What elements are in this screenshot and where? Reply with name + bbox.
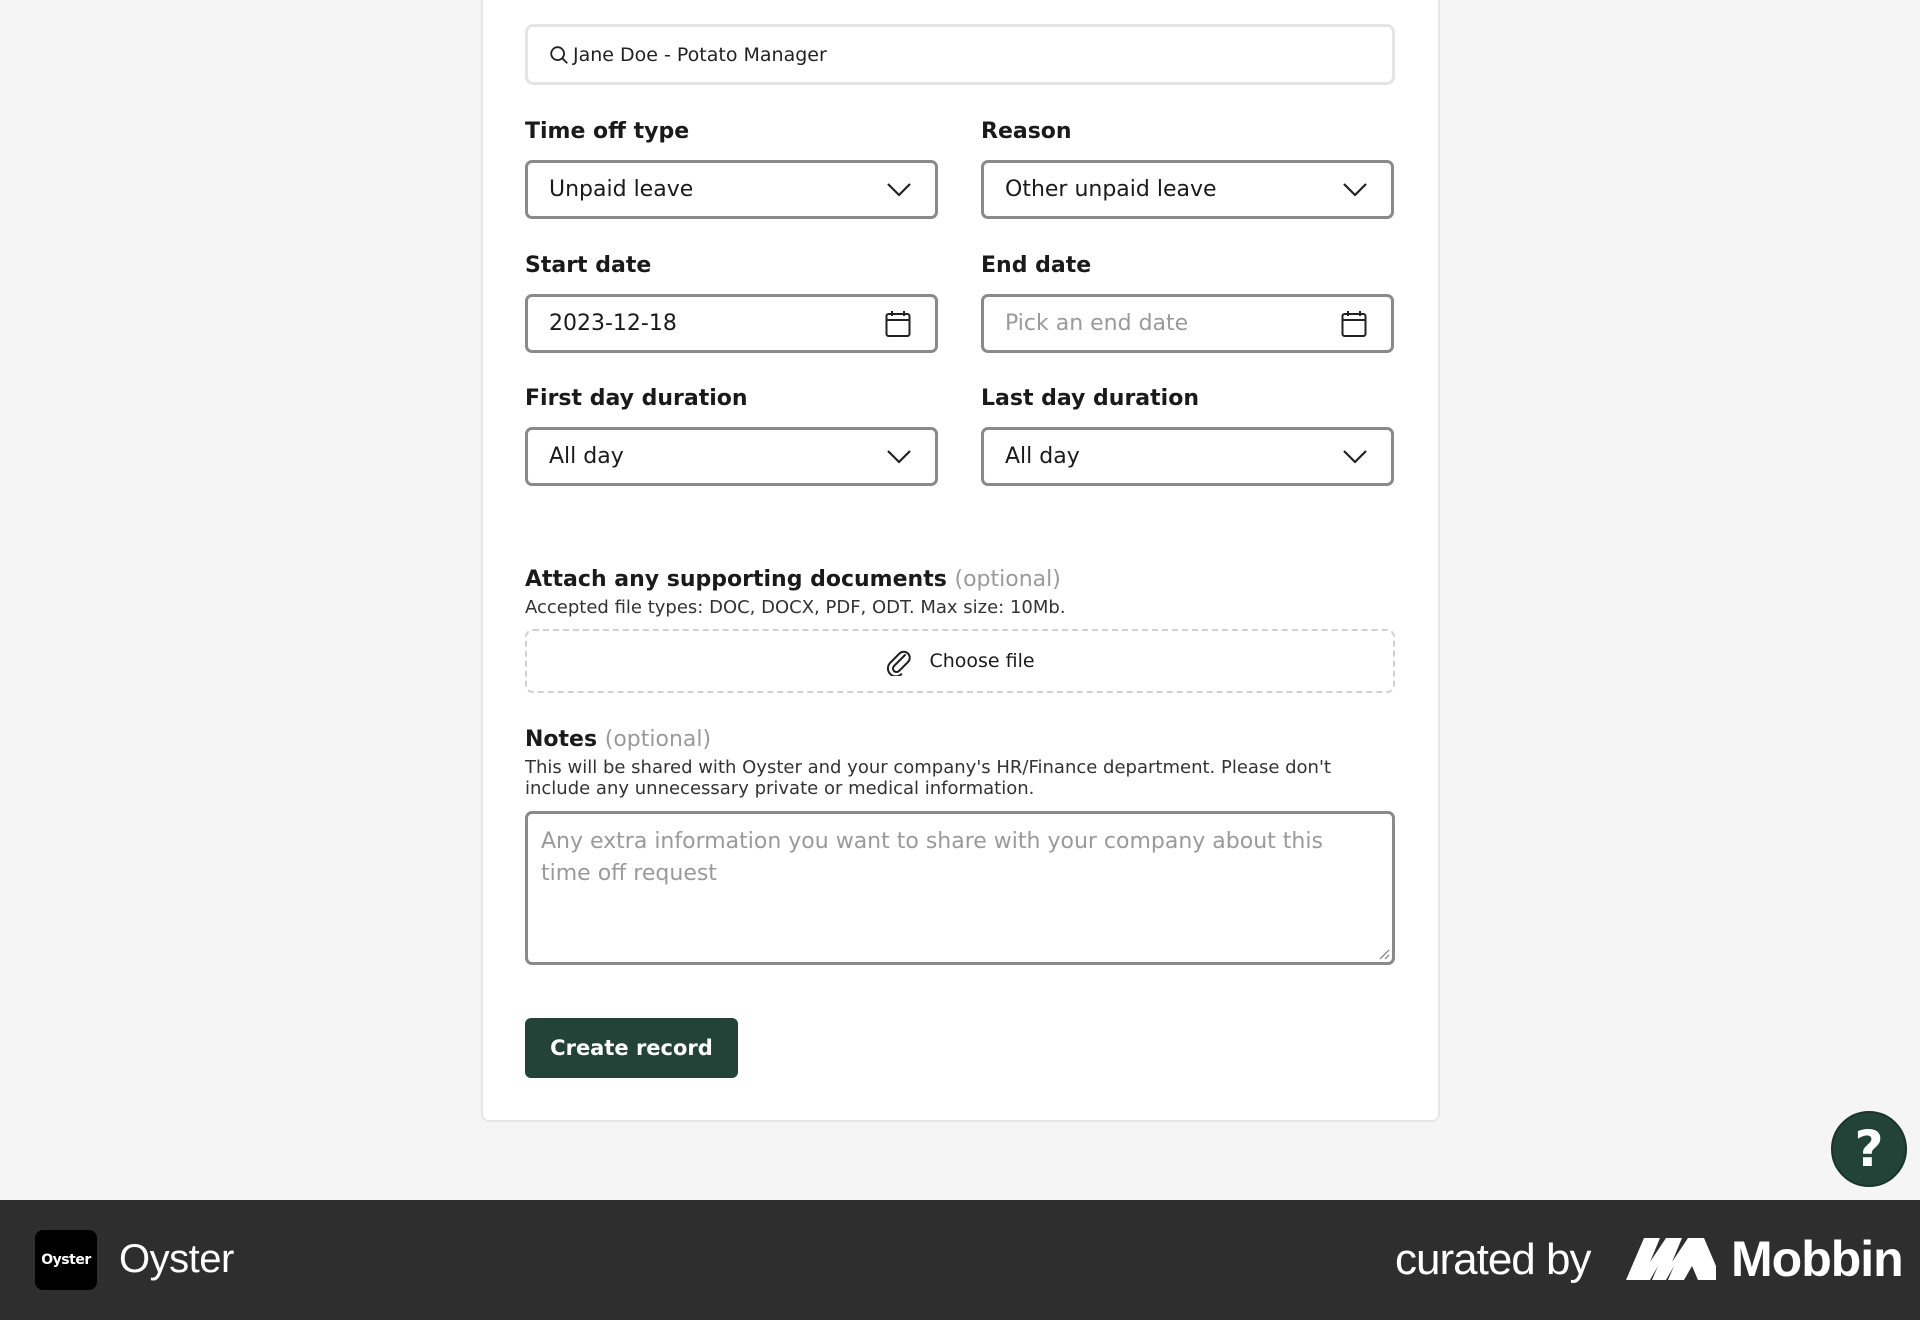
oyster-logo: Oyster	[35, 1230, 97, 1290]
notes-label-text: Notes	[525, 727, 598, 752]
first-day-duration-label: First day duration	[525, 386, 748, 411]
employee-search-value: Jane Doe - Potato Manager	[573, 43, 827, 66]
first-day-duration-value: All day	[549, 444, 624, 469]
attachments-hint: Accepted file types: DOC, DOCX, PDF, ODT…	[525, 597, 1066, 618]
attachments-optional-tag: (optional)	[954, 567, 1061, 592]
chevron-down-icon	[1343, 182, 1367, 197]
mobbin-logo-icon	[1626, 1238, 1716, 1280]
reason-select[interactable]: Other unpaid leave	[981, 160, 1394, 219]
notes-optional-tag: (optional)	[604, 727, 712, 752]
choose-file-button[interactable]: Choose file	[929, 650, 1034, 672]
start-date-label: Start date	[525, 253, 652, 278]
chevron-down-icon	[1343, 449, 1367, 464]
notes-textarea[interactable]: Any extra information you want to share …	[525, 811, 1395, 965]
first-day-duration-select[interactable]: All day	[525, 427, 938, 486]
app-name: Oyster	[119, 1237, 234, 1281]
notes-placeholder: Any extra information you want to share …	[541, 829, 1323, 886]
time-off-type-value: Unpaid leave	[549, 177, 694, 202]
last-day-duration-value: All day	[1005, 444, 1080, 469]
end-date-placeholder: Pick an end date	[1005, 311, 1189, 336]
last-day-duration-label: Last day duration	[981, 386, 1199, 411]
curated-by-text: curated by	[1395, 1235, 1591, 1284]
employee-search-input[interactable]: Jane Doe - Potato Manager	[525, 24, 1395, 85]
paperclip-icon	[887, 650, 912, 676]
chevron-down-icon	[887, 449, 911, 464]
search-icon	[550, 45, 568, 64]
attachments-label-text: Attach any supporting documents	[525, 567, 947, 592]
end-date-label: End date	[981, 253, 1092, 278]
resize-handle-icon[interactable]	[1378, 948, 1390, 960]
chevron-down-icon	[887, 182, 911, 197]
mobbin-brand-text: Mobbin	[1731, 1231, 1904, 1287]
file-dropzone[interactable]: Choose file	[525, 629, 1395, 693]
notes-hint: This will be shared with Oyster and your…	[525, 757, 1331, 799]
oyster-logo-text: Oyster	[41, 1252, 91, 1268]
last-day-duration-select[interactable]: All day	[981, 427, 1394, 486]
time-off-type-select[interactable]: Unpaid leave	[525, 160, 938, 219]
reason-label: Reason	[981, 119, 1072, 144]
time-off-type-label: Time off type	[525, 119, 690, 144]
calendar-icon[interactable]	[885, 310, 911, 338]
reason-value: Other unpaid leave	[1005, 177, 1217, 202]
create-record-button[interactable]: Create record	[525, 1018, 738, 1078]
help-button[interactable]: ?	[1831, 1111, 1907, 1187]
start-date-value: 2023-12-18	[549, 311, 677, 336]
notes-label: Notes (optional)	[525, 727, 711, 752]
calendar-icon[interactable]	[1341, 310, 1367, 338]
attachments-label: Attach any supporting documents (optiona…	[525, 567, 1061, 592]
start-date-input[interactable]: 2023-12-18	[525, 294, 938, 353]
end-date-input[interactable]: Pick an end date	[981, 294, 1394, 353]
help-question-icon: ?	[1854, 1120, 1884, 1178]
